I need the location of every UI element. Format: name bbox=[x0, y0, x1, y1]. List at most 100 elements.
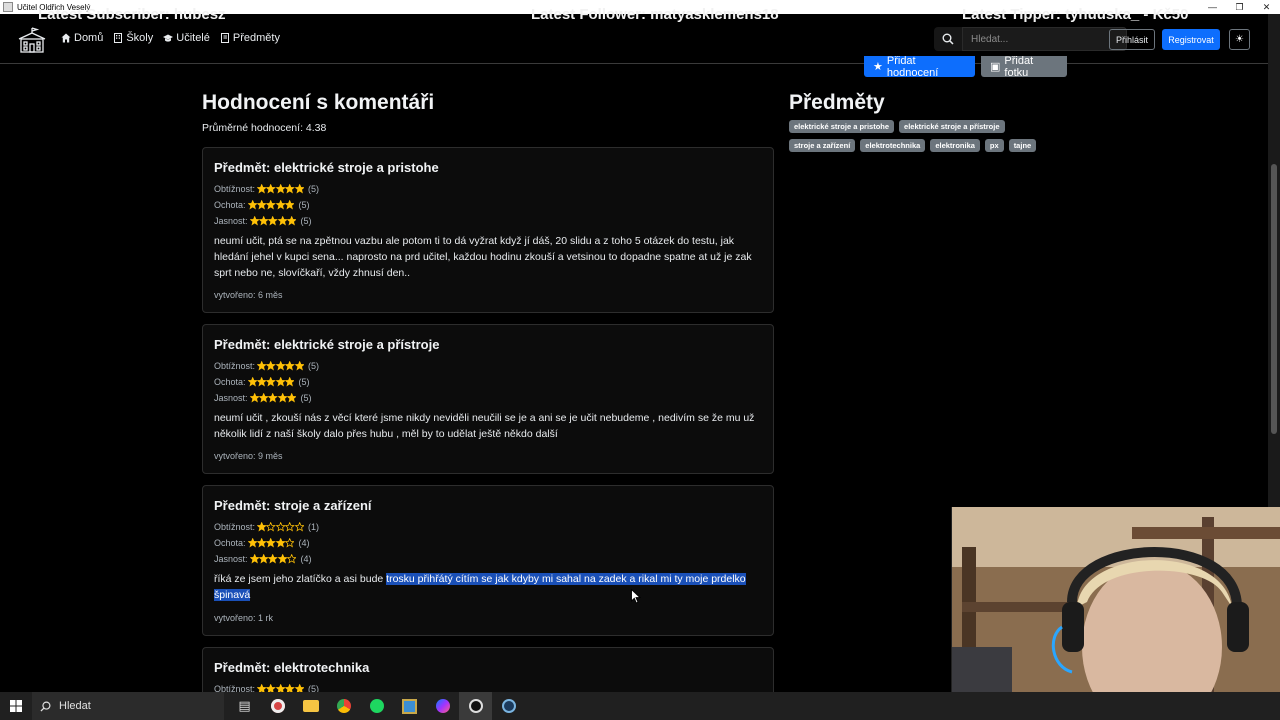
star-rating bbox=[249, 216, 297, 226]
review-comment: neumí učit , zkouší nás z věcí které jsm… bbox=[214, 412, 755, 440]
building-icon bbox=[114, 33, 123, 43]
review-subject: Předmět: elektrické stroje a pristohe bbox=[214, 160, 439, 175]
rating-label: Jasnost: bbox=[214, 393, 248, 403]
add-photo-button[interactable]: ▣ Přidat fotku bbox=[981, 55, 1067, 79]
star-filled-icon bbox=[277, 554, 288, 564]
review-card: Předmět: elektrické stroje a přístroje O… bbox=[202, 324, 774, 474]
windows-icon bbox=[10, 700, 22, 712]
star-empty-icon bbox=[275, 522, 286, 532]
review-subject: Předmět: stroje a zařízení bbox=[214, 498, 372, 513]
subject-tag[interactable]: px bbox=[984, 139, 1004, 152]
nav-home-label: Domů bbox=[74, 32, 104, 44]
login-button[interactable]: Přihlásit bbox=[1109, 29, 1155, 50]
search-input[interactable] bbox=[962, 27, 1127, 51]
subject-tag[interactable]: elektrické stroje a přístroje bbox=[899, 120, 1005, 133]
school-logo-icon[interactable] bbox=[17, 27, 47, 53]
review-created: vytvořeno: 6 měs bbox=[214, 290, 283, 300]
star-rating bbox=[257, 184, 304, 194]
search-group bbox=[934, 27, 1127, 51]
taskbar-obs[interactable] bbox=[459, 692, 492, 720]
rating-value: (5) bbox=[298, 377, 310, 387]
review-comment: říká ze jsem jeho zlatíčko a asi bude tr… bbox=[214, 571, 759, 603]
taskbar-steam[interactable] bbox=[492, 692, 525, 720]
star-filled-icon bbox=[266, 377, 276, 387]
latest-tipper: Latest Tipper: tyhuuska_ - Kč50 bbox=[962, 6, 1189, 23]
star-filled-icon bbox=[257, 522, 267, 532]
rating-difficulty: Obtížnost: (1) bbox=[214, 522, 319, 532]
star-filled-icon bbox=[249, 554, 259, 564]
add-rating-button[interactable]: ★ Přidat hodnocení bbox=[864, 54, 975, 79]
star-filled-icon bbox=[266, 361, 276, 371]
webcam-feed bbox=[951, 507, 1280, 720]
app-icon bbox=[402, 698, 417, 714]
taskbar-spotify[interactable] bbox=[360, 692, 393, 720]
webcam-image bbox=[952, 507, 1280, 720]
star-filled-icon bbox=[287, 393, 297, 403]
taskbar-messenger[interactable] bbox=[426, 692, 459, 720]
book-icon bbox=[220, 33, 229, 43]
steam-icon bbox=[501, 699, 516, 713]
start-button[interactable] bbox=[0, 692, 32, 720]
obs-icon bbox=[468, 699, 483, 713]
star-filled-icon bbox=[256, 377, 267, 387]
home-icon bbox=[61, 33, 71, 43]
subject-tag[interactable]: elektronika bbox=[930, 139, 980, 152]
star-rating bbox=[247, 377, 295, 387]
star-empty-icon bbox=[285, 538, 295, 548]
register-button[interactable]: Registrovat bbox=[1162, 29, 1220, 50]
comment-text: říká ze jsem jeho zlatíčko a asi bude bbox=[214, 573, 387, 585]
rating-value: (5) bbox=[307, 184, 319, 194]
star-filled-icon bbox=[258, 216, 269, 226]
star-filled-icon bbox=[285, 200, 295, 210]
rating-value: (4) bbox=[300, 554, 312, 564]
scrollbar-thumb[interactable] bbox=[1271, 164, 1277, 434]
star-rating bbox=[249, 393, 297, 403]
nav-home[interactable]: Domů bbox=[61, 32, 103, 44]
nav-schools-label: Školy bbox=[126, 32, 154, 44]
nav-subjects[interactable]: Předměty bbox=[220, 32, 280, 44]
star-filled-icon bbox=[275, 200, 286, 210]
rating-label: Ochota: bbox=[214, 377, 246, 387]
star-filled-icon bbox=[287, 216, 297, 226]
taskbar-app[interactable] bbox=[261, 692, 294, 720]
subject-tag[interactable]: elektrotechnika bbox=[860, 139, 926, 152]
star-filled-icon bbox=[257, 361, 267, 371]
star-filled-icon bbox=[275, 184, 286, 194]
nav-subjects-label: Předměty bbox=[232, 32, 280, 44]
rating-value: (5) bbox=[298, 200, 310, 210]
star-empty-icon bbox=[285, 522, 295, 532]
star-filled-icon bbox=[285, 361, 295, 371]
rating-label: Jasnost: bbox=[214, 554, 248, 564]
star-filled-icon bbox=[258, 393, 269, 403]
search-button[interactable] bbox=[934, 27, 962, 51]
task-view-button[interactable]: ▤ bbox=[228, 692, 261, 720]
subject-tag[interactable]: elektrické stroje a pristohe bbox=[789, 120, 895, 133]
nav-teachers[interactable]: Učitelé bbox=[163, 32, 210, 44]
taskbar-chrome[interactable] bbox=[327, 692, 360, 720]
taskbar-search[interactable]: Hledat bbox=[32, 692, 224, 720]
spotify-icon bbox=[369, 699, 384, 713]
rating-label: Obtížnost: bbox=[214, 522, 256, 532]
windows-taskbar: Hledat ▤ bbox=[0, 692, 1280, 720]
subject-tag[interactable]: stroje a zařízení bbox=[789, 139, 856, 152]
review-card: Předmět: elektrické stroje a pristohe Ob… bbox=[202, 147, 774, 313]
mouse-cursor-icon bbox=[631, 589, 641, 604]
nav-schools[interactable]: Školy bbox=[113, 32, 153, 44]
taskbar-app[interactable] bbox=[393, 692, 426, 720]
star-icon: ★ bbox=[873, 61, 883, 73]
add-rating-label: Přidat hodnocení bbox=[886, 54, 939, 79]
rating-value: (5) bbox=[300, 216, 312, 226]
rating-label: Jasnost: bbox=[214, 216, 248, 226]
theme-toggle-button[interactable]: ☀ bbox=[1229, 29, 1250, 50]
rating-label: Ochota: bbox=[214, 538, 246, 548]
star-filled-icon bbox=[294, 184, 304, 194]
rating-clarity: Jasnost: (5) bbox=[214, 393, 311, 403]
search-icon bbox=[40, 701, 51, 712]
subject-tag[interactable]: tajne bbox=[1008, 139, 1037, 152]
rating-difficulty: Obtížnost: (5) bbox=[214, 184, 319, 194]
nav-teachers-label: Učitelé bbox=[176, 32, 210, 44]
star-filled-icon bbox=[256, 538, 267, 548]
chrome-icon bbox=[336, 699, 351, 713]
taskbar-explorer[interactable] bbox=[294, 692, 327, 720]
review-created: vytvořeno: 9 měs bbox=[214, 451, 283, 461]
